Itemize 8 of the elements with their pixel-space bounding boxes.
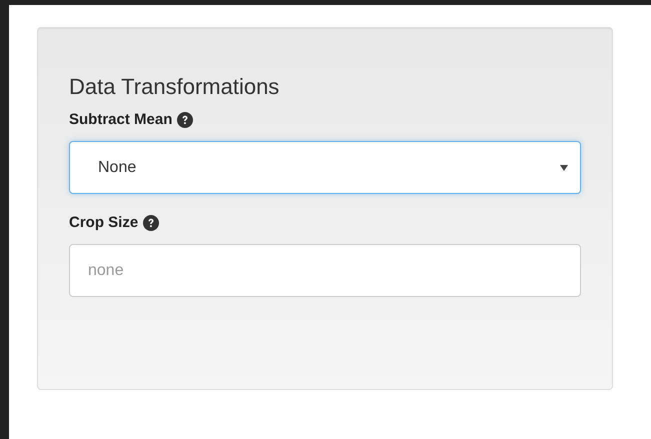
- field-label: Subtract Mean: [69, 111, 172, 128]
- input-field[interactable]: none: [69, 244, 581, 297]
- caret-icon: [560, 164, 568, 170]
- help-icon: [143, 214, 160, 230]
- field-label: Crop Size: [69, 214, 138, 231]
- select-dropdown[interactable]: None: [69, 141, 581, 194]
- help-icon: [177, 112, 194, 128]
- panel-title: Data Transformations: [69, 74, 280, 100]
